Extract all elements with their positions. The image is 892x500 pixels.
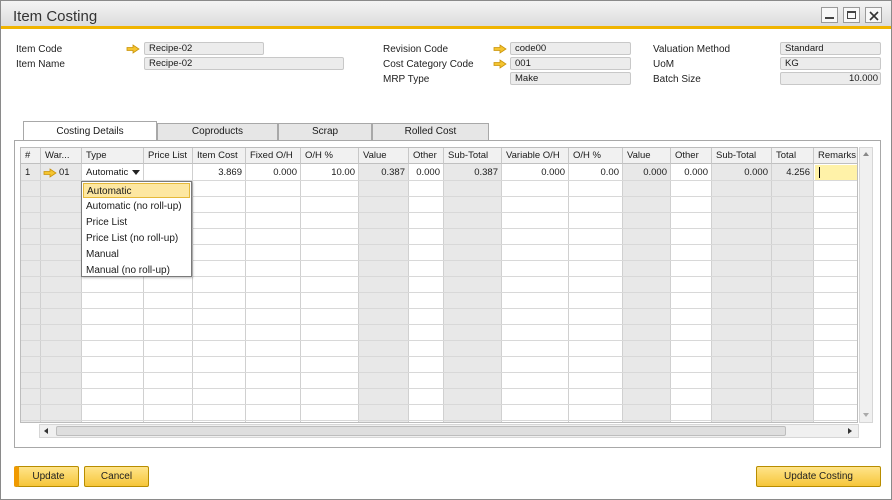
item-name-field[interactable]: Recipe-02 [144, 57, 344, 70]
horizontal-scrollbar[interactable] [39, 424, 859, 438]
fixed-oh-cell[interactable]: 0.000 [246, 165, 301, 180]
col-header-variable-other[interactable]: Other [671, 148, 712, 164]
tab-scrap[interactable]: Scrap [278, 123, 372, 140]
cost-category-code-field[interactable]: 001 [510, 57, 631, 70]
col-header-variable-oh-pct[interactable]: O/H % [569, 148, 623, 164]
revision-code-field[interactable]: code00 [510, 42, 631, 55]
dropdown-option-price-list-no-rollup[interactable]: Price List (no roll-up) [83, 231, 190, 246]
col-header-variable-value[interactable]: Value [623, 148, 671, 164]
item-code-field[interactable]: Recipe-02 [144, 42, 264, 55]
item-code-label: Item Code [16, 44, 63, 55]
revision-code-label: Revision Code [383, 44, 449, 55]
type-dropdown-list: Automatic Automatic (no roll-up) Price L… [81, 181, 192, 277]
col-header-total[interactable]: Total [772, 148, 814, 164]
warehouse-cell[interactable]: 01 [59, 165, 81, 180]
link-arrow-icon[interactable] [493, 59, 507, 69]
col-header-item-cost[interactable]: Item Cost [193, 148, 246, 164]
fixed-value-cell: 0.387 [381, 167, 405, 178]
item-name-label: Item Name [16, 59, 65, 70]
total-cell: 4.256 [786, 167, 810, 178]
valuation-method-field[interactable]: Standard [780, 42, 881, 55]
close-button[interactable] [865, 7, 882, 23]
cancel-button[interactable]: Cancel [84, 466, 149, 487]
link-arrow-icon[interactable] [126, 44, 140, 54]
fixed-subtotal-cell: 0.387 [474, 167, 498, 178]
variable-subtotal-cell: 0.000 [744, 167, 768, 178]
tab-costing-details[interactable]: Costing Details [23, 121, 157, 140]
text-caret [819, 167, 820, 178]
cost-category-code-label: Cost Category Code [383, 59, 474, 70]
dropdown-option-price-list[interactable]: Price List [83, 215, 190, 230]
link-arrow-icon[interactable] [493, 44, 507, 54]
remarks-cell[interactable] [815, 165, 857, 180]
vertical-scrollbar[interactable] [859, 147, 873, 423]
fixed-other-cell[interactable]: 0.000 [409, 165, 444, 180]
window-title: Item Costing [13, 8, 98, 25]
scroll-right-icon[interactable] [847, 427, 853, 435]
scroll-down-icon[interactable] [862, 412, 870, 418]
col-header-variable-subtotal[interactable]: Sub-Total [712, 148, 772, 164]
col-header-fixed-value[interactable]: Value [359, 148, 409, 164]
col-header-type[interactable]: Type [82, 148, 144, 164]
scroll-left-icon[interactable] [43, 427, 49, 435]
fixed-oh-pct-cell[interactable]: 10.00 [301, 165, 359, 180]
dropdown-option-manual-no-rollup[interactable]: Manual (no roll-up) [83, 263, 190, 278]
item-costing-window: Item Costing Item Code Recipe-02 Item Na… [0, 0, 892, 500]
col-header-num[interactable]: # [21, 148, 41, 164]
horizontal-scroll-thumb[interactable] [56, 426, 786, 436]
col-header-remarks[interactable]: Remarks [814, 148, 857, 164]
update-button[interactable]: Update [14, 466, 79, 487]
update-costing-button[interactable]: Update Costing [756, 466, 881, 487]
item-cost-cell[interactable]: 3.869 [193, 165, 246, 180]
col-header-warehouse[interactable]: War... [41, 148, 82, 164]
link-arrow-icon[interactable] [43, 168, 57, 178]
valuation-method-label: Valuation Method [653, 44, 731, 55]
mrp-type-field[interactable]: Make [510, 72, 631, 85]
row-number: 1 [25, 167, 31, 178]
minimize-button[interactable] [821, 7, 838, 23]
variable-value-cell: 0.000 [643, 167, 667, 178]
maximize-button[interactable] [843, 7, 860, 23]
col-header-fixed-other[interactable]: Other [409, 148, 444, 164]
dropdown-option-automatic[interactable]: Automatic [83, 183, 190, 198]
tab-rolled-cost[interactable]: Rolled Cost [372, 123, 489, 140]
dropdown-option-manual[interactable]: Manual [83, 247, 190, 262]
batch-size-label: Batch Size [653, 74, 701, 85]
dropdown-arrow-icon[interactable] [131, 169, 141, 176]
mrp-type-label: MRP Type [383, 74, 430, 85]
col-header-fixed-oh[interactable]: Fixed O/H [246, 148, 301, 164]
batch-size-field[interactable]: 10.000 [780, 72, 881, 85]
tab-coproducts[interactable]: Coproducts [157, 123, 278, 140]
dropdown-option-automatic-no-rollup[interactable]: Automatic (no roll-up) [83, 199, 190, 214]
col-header-fixed-oh-pct[interactable]: O/H % [301, 148, 359, 164]
uom-field[interactable]: KG [780, 57, 881, 70]
title-bar: Item Costing [1, 1, 891, 29]
variable-oh-pct-cell[interactable]: 0.00 [569, 165, 623, 180]
uom-label: UoM [653, 59, 675, 70]
price-list-cell[interactable] [144, 165, 193, 180]
col-header-price-list[interactable]: Price List [144, 148, 193, 164]
close-icon [869, 11, 879, 21]
col-header-fixed-subtotal[interactable]: Sub-Total [444, 148, 502, 164]
type-cell[interactable]: Automatic [82, 165, 130, 180]
col-header-variable-oh[interactable]: Variable O/H [502, 148, 569, 164]
scroll-up-icon[interactable] [862, 151, 870, 157]
variable-oh-cell[interactable]: 0.000 [502, 165, 569, 180]
variable-other-cell[interactable]: 0.000 [671, 165, 712, 180]
